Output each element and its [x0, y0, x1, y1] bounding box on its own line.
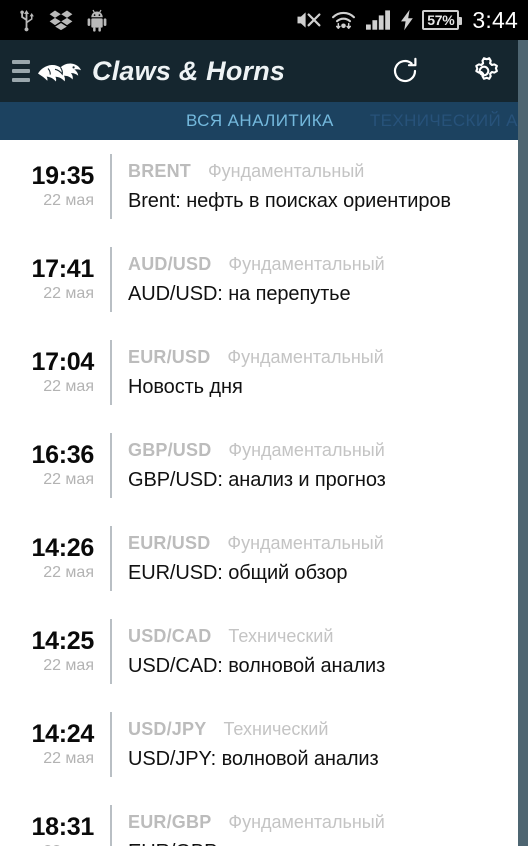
list-item-title: AUD/USD: на перепутье [128, 282, 351, 305]
bull-head-logo [36, 56, 82, 86]
list-item-content: USD/CAD Технический USD/CAD: волновой анал… [112, 605, 528, 698]
list-item-timestamp: 16:36 22 мая [0, 419, 110, 512]
usb-icon [20, 10, 34, 32]
list-item-title: USD/CAD: волновой анализ [128, 654, 386, 677]
list-item-title: GBP/USD: анализ и прогноз [128, 468, 386, 491]
list-item-date: 22 мая [43, 750, 94, 768]
list-item-time: 19:35 [31, 162, 95, 191]
list-item-meta: USD/CAD Технический [128, 626, 528, 647]
list-item-timestamp: 19:35 22 мая [0, 140, 110, 233]
list-item[interactable]: 18:3122 маяEUR/GBPФундаментальныйEUR/GBP… [0, 791, 528, 846]
list-item-instrument: EUR/USD [128, 532, 211, 553]
list-item-content: BRENT Фундаментальный Brent: нефть в поиск… [112, 140, 528, 233]
list-item-date: 22 мая [43, 471, 94, 489]
app-header-actions [388, 53, 502, 89]
list-item[interactable]: 14:25 22 мая USD/CAD Технический USD/CAD: во… [0, 605, 528, 698]
analytics-list[interactable]: 19:35 22 мая BRENT Фундаментальный Brent: не… [0, 140, 528, 846]
list-item-category: Фундаментальный [228, 811, 385, 832]
list-item-instrument: EUR/USD [128, 346, 211, 367]
list-item-instrument: AUD/USD [128, 253, 212, 274]
list-item[interactable]: 16:36 22 мая GBP/USD Фундаментальный GBP/USD… [0, 419, 528, 512]
list-item[interactable]: 14:24 22 мая USD/JPY Технический USD/JPY: во… [0, 698, 528, 791]
list-item-title: Brent: нефть в поисках ориентиров [128, 189, 451, 212]
list-item-time: 18:31 [31, 813, 95, 842]
tab-all-analytics[interactable]: ВСЯ АНАЛИТИКА [186, 111, 334, 131]
list-item-content: GBP/USD Фундаментальный GBP/USD: анализ и … [112, 419, 528, 512]
list-item-time: 14:25 [31, 627, 95, 656]
list-item-content: EUR/USD Фундаментальный Новость дня [112, 326, 528, 419]
list-item-meta: AUD/USD Фундаментальный [128, 254, 528, 275]
list-item-category: Технический [228, 625, 334, 646]
list-item-timestamp: 14:25 22 мая [0, 605, 110, 698]
list-item-instrument: USD/JPY [128, 718, 207, 739]
status-bar-left-icons [18, 8, 107, 32]
mute-icon [297, 12, 321, 28]
battery-indicator: 57% [422, 10, 463, 30]
list-item-title: EUR/GBP: евро продолжит терять [128, 841, 528, 846]
refresh-icon[interactable] [388, 54, 422, 88]
status-bar: 57% 3:44 [0, 0, 528, 40]
app-header: Claws & Horns [0, 40, 528, 102]
tab-bar: ВСЯ АНАЛИТИКА ТЕХНИЧЕСКИЙ АНАЛИЗ [0, 102, 528, 140]
list-item-date: 22 мая [43, 564, 94, 582]
list-item-instrument: BRENT [128, 160, 191, 181]
list-item-category: Технический [223, 718, 329, 739]
list-item-date: 22 мая [43, 657, 94, 675]
list-item-date: 22 мая [43, 192, 94, 210]
list-item-content: EUR/GBP Фундаментальный EUR/GBP: евро прод… [112, 791, 528, 846]
list-item-category: Фундаментальный [208, 160, 365, 181]
list-item-category: Фундаментальный [228, 439, 385, 460]
list-item-meta: EUR/USD Фундаментальный [128, 347, 528, 368]
status-bar-right-icons: 57% 3:44 [296, 7, 518, 34]
list-item-time: 16:36 [31, 441, 95, 470]
list-item-meta: EUR/GBP Фундаментальный [128, 812, 528, 833]
list-item-date: 22 мая [43, 285, 94, 303]
list-item[interactable]: 17:04 22 мая EUR/USD Фундаментальный Новость… [0, 326, 528, 419]
list-item-title: Новость дня [128, 375, 243, 398]
list-item-category: Фундаментальный [228, 253, 385, 274]
list-item-content: EUR/USD Фундаментальный EUR/USD: общий обз… [112, 512, 528, 605]
tab-technical-analysis[interactable]: ТЕХНИЧЕСКИЙ АНАЛИЗ [370, 111, 528, 131]
list-item-instrument: USD/CAD [128, 625, 212, 646]
list-item-title: USD/JPY: волновой анализ [128, 747, 379, 770]
list-item-meta: EUR/USD Фундаментальный [128, 533, 528, 554]
list-item-meta: GBP/USD Фундаментальный [128, 440, 528, 461]
list-item-timestamp: 17:04 22 мая [0, 326, 110, 419]
wifi-icon [332, 11, 356, 29]
list-item-title: EUR/USD: общий обзор [128, 561, 348, 584]
dropbox-icon [49, 10, 73, 31]
list-item[interactable]: 14:26 22 мая EUR/USD Фундаментальный EUR/USD… [0, 512, 528, 605]
charging-bolt-icon [401, 9, 414, 31]
battery-percent-label: 57% [427, 12, 455, 28]
list-item-time: 14:24 [31, 720, 95, 749]
list-item-timestamp: 14:24 22 мая [0, 698, 110, 791]
list-item-content: USD/JPY Технический USD/JPY: волновой анал… [112, 698, 528, 791]
drawer-edge-strip[interactable] [518, 40, 528, 846]
list-item-time: 17:04 [31, 348, 95, 377]
app-title: Claws & Horns [92, 55, 286, 86]
android-icon [87, 9, 107, 32]
list-item-meta: USD/JPY Технический [128, 719, 528, 740]
list-item-instrument: GBP/USD [128, 439, 212, 460]
list-item[interactable]: 17:41 22 мая AUD/USD Фундаментальный AUD/USD… [0, 233, 528, 326]
signal-icon [366, 10, 391, 30]
list-item[interactable]: 19:35 22 мая BRENT Фундаментальный Brent: не… [0, 140, 528, 233]
list-item-meta: BRENT Фундаментальный [128, 161, 528, 182]
gear-icon[interactable] [466, 53, 502, 89]
list-item-timestamp: 14:26 22 мая [0, 512, 110, 605]
list-item-date: 22 мая [43, 378, 94, 396]
list-item-time: 14:26 [31, 534, 95, 563]
list-item-timestamp: 18:3122 мая [0, 791, 110, 846]
status-bar-clock: 3:44 [472, 6, 518, 33]
list-item-instrument: EUR/GBP [128, 811, 212, 832]
hamburger-icon[interactable] [8, 54, 34, 88]
list-item-content: AUD/USD Фундаментальный AUD/USD: на перепу… [112, 233, 528, 326]
list-item-timestamp: 17:41 22 мая [0, 233, 110, 326]
list-item-time: 17:41 [31, 255, 95, 284]
list-item-category: Фундаментальный [227, 532, 384, 553]
list-item-category: Фундаментальный [227, 346, 384, 367]
